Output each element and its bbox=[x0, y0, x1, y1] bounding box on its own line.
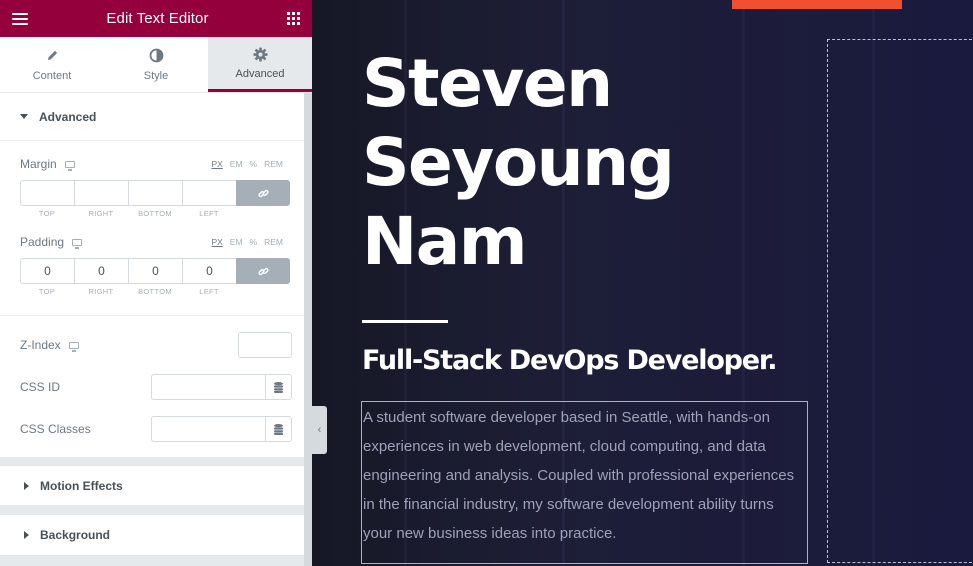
css-classes-label: CSS Classes bbox=[20, 422, 91, 436]
collapse-panel-button[interactable]: ‹ bbox=[312, 406, 327, 454]
z-index-input[interactable] bbox=[238, 332, 292, 358]
empty-column-placeholder[interactable] bbox=[827, 39, 973, 563]
hero-divider bbox=[362, 320, 448, 323]
gear-icon bbox=[252, 46, 268, 62]
chevron-left-icon: ‹ bbox=[317, 424, 322, 436]
tab-content-label: Content bbox=[32, 69, 72, 82]
dynamic-tags-button[interactable] bbox=[265, 416, 292, 442]
padding-dimensions bbox=[20, 258, 292, 284]
label-right: RIGHT bbox=[88, 209, 114, 218]
margin-control: Margin PX EM % REM TOP RIGHT BOTTOM LEFT bbox=[0, 141, 304, 218]
database-icon bbox=[274, 381, 283, 393]
label-top: TOP bbox=[38, 287, 56, 296]
unit-percent[interactable]: % bbox=[250, 237, 258, 247]
margin-side-labels: TOP RIGHT BOTTOM LEFT bbox=[20, 209, 292, 218]
pencil-icon bbox=[46, 48, 59, 64]
tab-advanced-label: Advanced bbox=[235, 68, 285, 80]
label-left: LEFT bbox=[199, 287, 219, 296]
padding-top-input[interactable] bbox=[20, 258, 74, 284]
panel-body: Advanced Margin PX EM % REM TOP RIGHT BO… bbox=[0, 93, 304, 566]
label-right: RIGHT bbox=[88, 287, 114, 296]
padding-bottom-input[interactable] bbox=[128, 258, 182, 284]
label-left: LEFT bbox=[199, 209, 219, 218]
padding-left-input[interactable] bbox=[182, 258, 236, 284]
padding-units: PX EM % REM bbox=[211, 237, 283, 247]
widgets-grid-icon[interactable] bbox=[287, 12, 300, 25]
margin-right-input[interactable] bbox=[74, 180, 128, 206]
link-icon bbox=[257, 189, 269, 197]
hero-name-heading[interactable]: Steven Seyoung Nam bbox=[362, 44, 762, 281]
desktop-monitor-icon[interactable] bbox=[64, 160, 75, 171]
label-bottom: BOTTOM bbox=[138, 287, 172, 296]
css-id-control: CSS ID bbox=[0, 366, 304, 408]
margin-units: PX EM % REM bbox=[211, 159, 283, 169]
caret-right-icon bbox=[24, 531, 29, 539]
panel-scrollbar[interactable] bbox=[304, 93, 312, 566]
padding-side-labels: TOP RIGHT BOTTOM LEFT bbox=[20, 287, 292, 296]
z-index-control: Z-Index bbox=[0, 324, 304, 366]
dynamic-tags-button[interactable] bbox=[265, 374, 292, 400]
margin-link-button[interactable] bbox=[236, 180, 290, 206]
padding-right-input[interactable] bbox=[74, 258, 128, 284]
database-icon bbox=[274, 423, 283, 435]
advanced-section: Advanced Margin PX EM % REM TOP RIGHT BO… bbox=[0, 93, 304, 457]
desktop-monitor-icon[interactable] bbox=[68, 341, 79, 352]
caret-down-icon bbox=[20, 114, 28, 119]
tab-style-label: Style bbox=[143, 69, 169, 82]
padding-label: Padding bbox=[20, 235, 65, 249]
hero-subtitle[interactable]: Full-Stack DevOps Developer. bbox=[362, 345, 777, 376]
unit-percent[interactable]: % bbox=[250, 159, 258, 169]
panel-header: Edit Text Editor bbox=[0, 0, 312, 37]
z-index-label: Z-Index bbox=[20, 338, 61, 352]
motion-effects-section: Motion Effects bbox=[0, 466, 304, 505]
css-classes-control: CSS Classes bbox=[0, 408, 304, 450]
margin-dimensions bbox=[20, 180, 292, 206]
css-classes-input[interactable] bbox=[151, 416, 265, 442]
divider bbox=[0, 315, 304, 316]
editor-panel: Edit Text Editor Content Style Advanced … bbox=[0, 0, 312, 566]
margin-top-input[interactable] bbox=[20, 180, 74, 206]
margin-left-input[interactable] bbox=[182, 180, 236, 206]
advanced-section-title: Advanced bbox=[39, 109, 97, 124]
advanced-section-toggle[interactable]: Advanced bbox=[0, 93, 304, 141]
desktop-monitor-icon[interactable] bbox=[72, 238, 83, 249]
background-title: Background bbox=[40, 528, 111, 542]
panel-title: Edit Text Editor bbox=[106, 10, 209, 27]
background-toggle[interactable]: Background bbox=[0, 515, 304, 555]
unit-rem[interactable]: REM bbox=[264, 237, 283, 247]
css-id-input[interactable] bbox=[151, 374, 265, 400]
selected-text-editor-widget[interactable]: A student software developer based in Se… bbox=[361, 401, 808, 564]
tab-content[interactable]: Content bbox=[0, 37, 104, 92]
unit-px[interactable]: PX bbox=[211, 159, 222, 169]
unit-em[interactable]: EM bbox=[230, 237, 243, 247]
motion-effects-title: Motion Effects bbox=[40, 478, 123, 493]
label-top: TOP bbox=[38, 209, 56, 218]
padding-control: Padding PX EM % REM 0 0 0 0 TOP RIGHT BO… bbox=[0, 218, 304, 296]
tab-style[interactable]: Style bbox=[104, 37, 208, 92]
orange-cta-bar[interactable] bbox=[732, 0, 902, 9]
margin-bottom-input[interactable] bbox=[128, 180, 182, 206]
hamburger-menu-icon[interactable] bbox=[12, 12, 28, 25]
background-section: Background bbox=[0, 515, 304, 555]
css-id-label: CSS ID bbox=[20, 380, 61, 394]
caret-right-icon bbox=[24, 481, 29, 490]
page-preview: Steven Seyoung Nam Full-Stack DevOps Dev… bbox=[312, 0, 973, 566]
tab-advanced[interactable]: Advanced bbox=[208, 37, 312, 92]
padding-link-button[interactable] bbox=[236, 258, 290, 284]
link-icon bbox=[257, 267, 269, 275]
margin-label: Margin bbox=[20, 157, 57, 171]
unit-px[interactable]: PX bbox=[211, 237, 222, 247]
label-bottom: BOTTOM bbox=[138, 209, 172, 218]
panel-tabs: Content Style Advanced bbox=[0, 37, 312, 93]
unit-em[interactable]: EM bbox=[230, 159, 243, 169]
unit-rem[interactable]: REM bbox=[264, 159, 283, 169]
motion-effects-toggle[interactable]: Motion Effects bbox=[0, 466, 304, 505]
half-circle-icon bbox=[149, 48, 164, 64]
